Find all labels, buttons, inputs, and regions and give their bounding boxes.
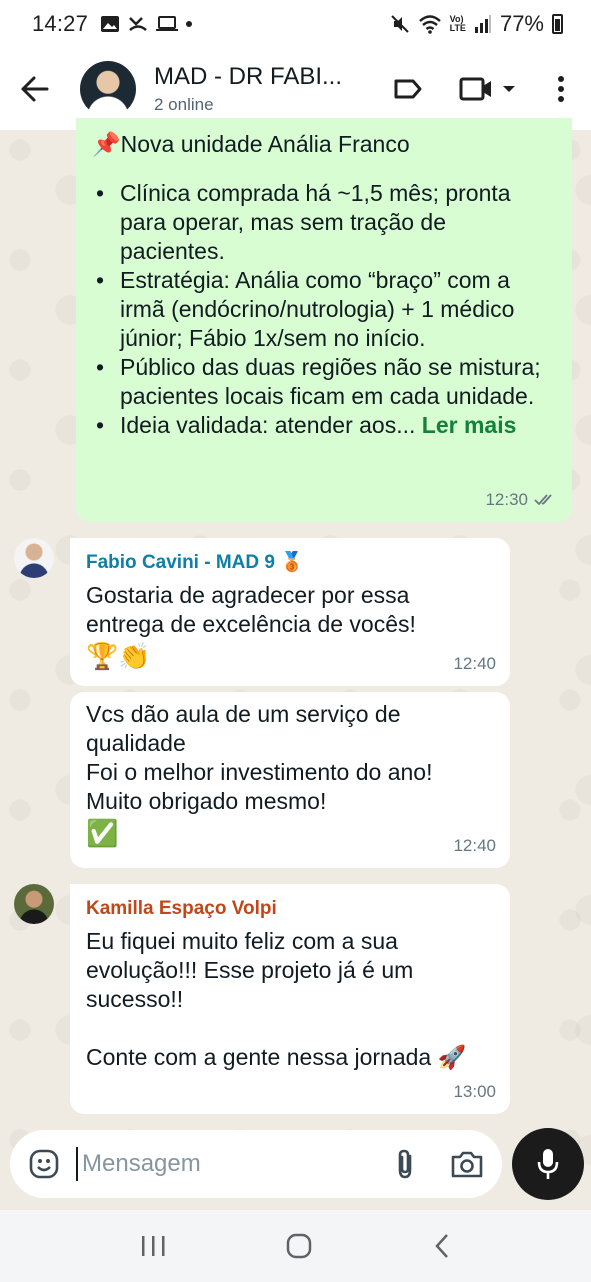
camera-icon: [451, 1151, 483, 1178]
message-line: Gostaria de agradecer por essa: [86, 582, 410, 608]
incoming-message[interactable]: Fabio Cavini - MAD 9 🥉 Gostaria de agrad…: [70, 538, 510, 686]
battery-percent: 77%: [499, 11, 544, 36]
message-line: qualidade: [86, 730, 186, 756]
message-line: evolução!!! Esse projeto já é um: [86, 957, 414, 983]
sender-name[interactable]: Kamilla Espaço Volpi: [86, 894, 494, 923]
system-navigation-bar: [0, 1210, 591, 1282]
more-notifications-dot: [186, 21, 193, 27]
status-notification-icons: [100, 15, 193, 33]
home-button[interactable]: [285, 1232, 313, 1260]
video-call-button[interactable]: [459, 76, 517, 102]
message-time: 13:00: [453, 1082, 496, 1101]
message-line: Foi o melhor investimento do ano!: [86, 759, 433, 785]
attach-button[interactable]: [394, 1148, 416, 1180]
recent-apps-icon: [141, 1236, 165, 1256]
chevron-left-icon: [435, 1234, 449, 1258]
arrow-left-icon: [21, 76, 49, 102]
group-avatar[interactable]: [80, 61, 136, 117]
group-name: MAD - DR FABI...: [154, 63, 343, 90]
bullet-item: Clínica comprada há ~1,5 mês; pronta par…: [92, 179, 556, 266]
bullet-item: Estratégia: Anália como “braço” com a ir…: [92, 266, 556, 353]
emoji-icon: [29, 1149, 59, 1179]
emoji-button[interactable]: [28, 1148, 60, 1180]
chevron-down-icon: [503, 86, 515, 92]
volte-label: Vo) LTE: [449, 14, 466, 33]
camera-button[interactable]: [450, 1149, 484, 1179]
wifi-icon: [418, 15, 441, 34]
outgoing-message[interactable]: 📌Nova unidade Anália Franco Clínica comp…: [76, 118, 572, 522]
video-call-icon: [459, 77, 491, 101]
message-bullet-list: Clínica comprada há ~1,5 mês; pronta par…: [92, 179, 556, 440]
message-line: Eu fiquei muito feliz com a sua: [86, 928, 398, 954]
mic-icon: [537, 1149, 559, 1179]
message-line: Vcs dão aula de um serviço de: [86, 701, 401, 727]
voice-message-button[interactable]: [512, 1128, 584, 1200]
message-input[interactable]: [76, 1147, 394, 1181]
message-emoji-line: 🏆👏: [86, 641, 151, 671]
status-time: 14:27: [32, 11, 89, 36]
group-info[interactable]: MAD - DR FABI... 2 online: [154, 63, 393, 115]
signal-icon: [474, 15, 491, 33]
bullet-item: Público das duas regiões não se mistura;…: [92, 353, 556, 411]
message-line: entrega de excelência de vocês!: [86, 611, 416, 637]
incoming-message[interactable]: Kamilla Espaço Volpi Eu fiquei muito fel…: [70, 884, 510, 1114]
status-bar: 14:27 Vo) LTE 77%: [0, 0, 591, 48]
message-heading: 📌Nova unidade Anália Franco: [92, 131, 410, 157]
laptop-icon: [156, 16, 179, 31]
battery-icon: [552, 14, 563, 34]
message-line: Muito obrigado mesmo!: [86, 788, 327, 814]
back-button[interactable]: [0, 48, 70, 130]
sender-name[interactable]: Fabio Cavini - MAD 9 🥉: [86, 548, 494, 577]
message-time: 12:30: [485, 485, 558, 514]
sender-avatar-kamilla[interactable]: [14, 884, 54, 924]
timestamp: 12:30: [485, 490, 528, 509]
status-system-icons: Vo) LTE 77%: [390, 11, 563, 37]
recent-apps-button[interactable]: [140, 1234, 166, 1258]
label-icon: [394, 79, 422, 99]
home-icon: [287, 1233, 312, 1259]
paperclip-icon: [398, 1149, 412, 1179]
message-time: 12:40: [453, 836, 496, 855]
more-options-button[interactable]: [557, 75, 565, 103]
mute-icon: [390, 15, 409, 33]
bullet-truncated-text: Ideia validada: atender aos...: [120, 412, 416, 438]
back-nav-button[interactable]: [433, 1232, 451, 1260]
message-emoji-line: ✅: [86, 818, 119, 848]
header-actions: [393, 75, 591, 103]
double-check-icon: [534, 493, 552, 505]
read-more-link[interactable]: Ler mais: [422, 412, 517, 438]
label-button[interactable]: [393, 77, 423, 101]
gallery-icon: [101, 16, 120, 32]
message-line: sucesso!!: [86, 986, 184, 1012]
missed-call-icon: [129, 17, 147, 31]
message-time: 12:40: [453, 654, 496, 673]
sender-avatar-fabio[interactable]: [14, 538, 54, 578]
more-vert-icon: [558, 76, 564, 102]
online-status: 2 online: [154, 95, 214, 114]
message-composer: [10, 1130, 502, 1198]
incoming-message[interactable]: Vcs dão aula de um serviço de qualidade …: [70, 692, 510, 868]
bullet-item: Ideia validada: atender aos... Ler mais: [92, 411, 556, 440]
message-line: Conte com a gente nessa jornada 🚀: [86, 1044, 467, 1070]
